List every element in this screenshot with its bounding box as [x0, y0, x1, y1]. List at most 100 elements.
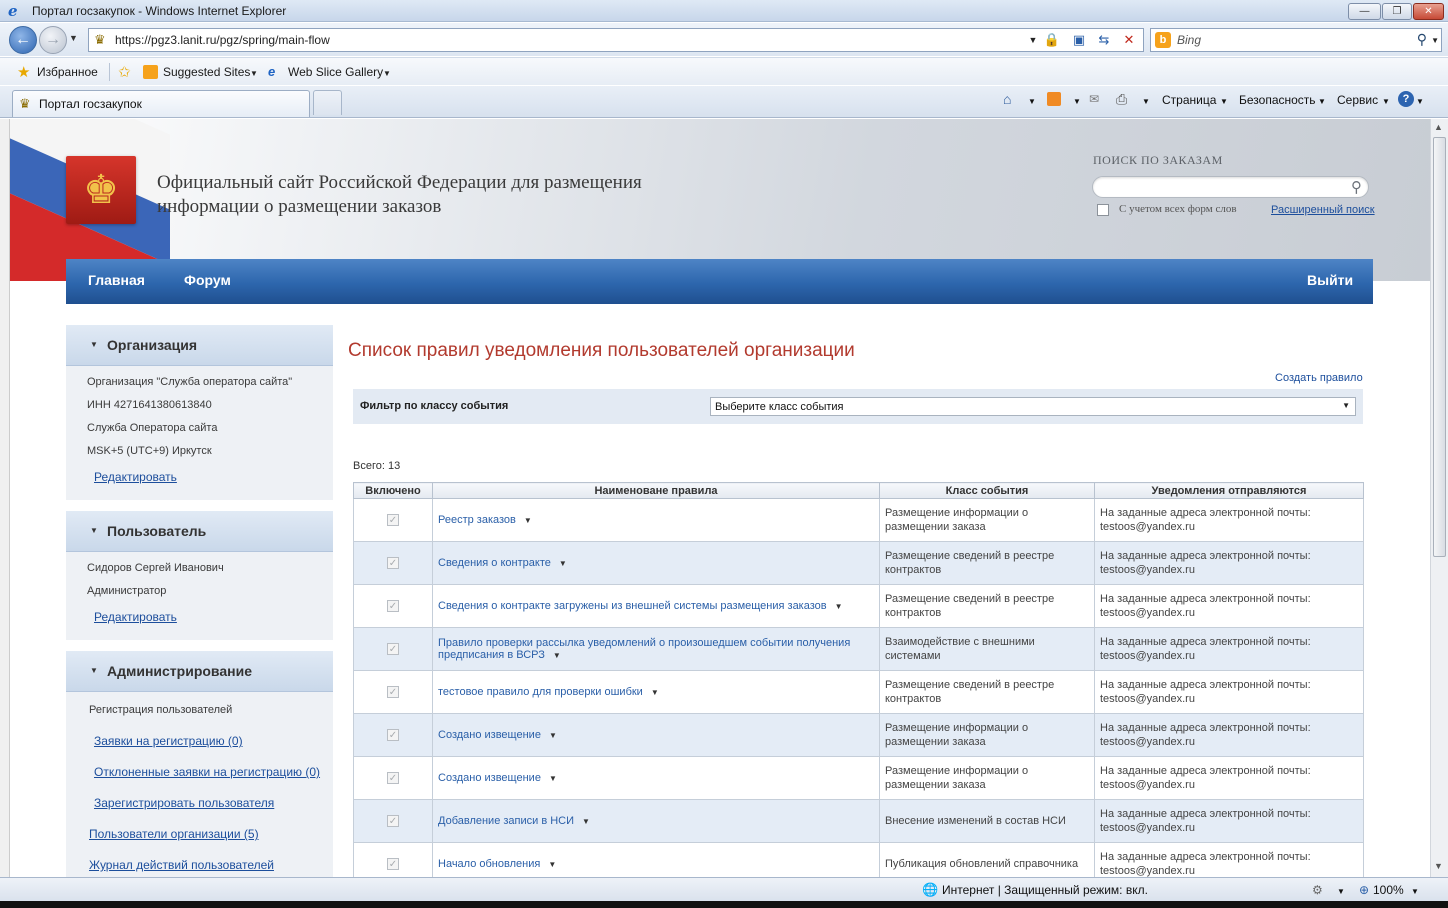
sidebar-administration-header[interactable]: ▼ Администрирование [66, 651, 333, 692]
tools-menu-dropdown-icon[interactable]: ▼ [1382, 97, 1390, 106]
column-header-event-class[interactable]: Класс события [879, 482, 1095, 499]
home-icon[interactable]: ⌂ [1003, 91, 1011, 107]
suggested-sites-link[interactable]: Suggested Sites [163, 65, 250, 79]
enabled-checkbox[interactable]: ✓ [387, 815, 399, 827]
mail-icon[interactable]: ✉ [1089, 92, 1099, 106]
org-users-link[interactable]: Пользователи организации (5) [89, 827, 259, 841]
rule-actions-dropdown-icon[interactable]: ▼ [553, 651, 561, 660]
enabled-checkbox[interactable]: ✓ [387, 600, 399, 612]
rss-feed-icon[interactable] [1047, 92, 1061, 106]
rule-name-link[interactable]: Создано извещение [438, 772, 541, 784]
security-menu-dropdown-icon[interactable]: ▼ [1318, 97, 1326, 106]
security-zone-status[interactable]: Интернет | Защищенный режим: вкл. [942, 883, 1148, 897]
event-class-selected[interactable]: Выберите класс события [715, 401, 844, 413]
rule-name-link[interactable]: Сведения о контракте [438, 557, 551, 569]
zoom-level[interactable]: 100% [1373, 883, 1404, 897]
page-menu-dropdown-icon[interactable]: ▼ [1220, 97, 1228, 106]
rule-name-link[interactable]: Реестр заказов [438, 514, 516, 526]
scroll-up-icon[interactable]: ▲ [1434, 122, 1443, 132]
coat-of-arms-icon[interactable]: ♚ [66, 156, 136, 224]
web-slice-dropdown-icon[interactable]: ▼ [383, 69, 391, 78]
print-dropdown-icon[interactable]: ▼ [1142, 97, 1150, 106]
tools-menu[interactable]: Сервис [1337, 93, 1378, 107]
registration-requests-link[interactable]: Заявки на регистрацию (0) [94, 734, 243, 748]
rule-actions-dropdown-icon[interactable]: ▼ [548, 860, 556, 869]
protected-mode-dropdown-icon[interactable]: ▼ [1337, 887, 1345, 896]
search-placeholder[interactable]: Bing [1177, 33, 1201, 47]
rule-name-link[interactable]: Сведения о контракте загружены из внешне… [438, 600, 827, 612]
advanced-search-link[interactable]: Расширенный поиск [1271, 204, 1375, 216]
enabled-checkbox[interactable]: ✓ [387, 643, 399, 655]
rule-name-link[interactable]: Правило проверки рассылка уведомлений о … [438, 637, 850, 661]
collapse-arrow-icon[interactable]: ▼ [90, 526, 98, 535]
enabled-checkbox[interactable]: ✓ [387, 557, 399, 569]
feed-dropdown-icon[interactable]: ▼ [1073, 97, 1081, 106]
enabled-checkbox[interactable]: ✓ [387, 772, 399, 784]
tab-portal[interactable]: ♛ Портал госзакупок [12, 90, 310, 117]
search-icon[interactable]: ⚲ [1417, 31, 1427, 48]
history-dropdown-icon[interactable]: ▼ [69, 33, 78, 43]
suggested-sites-dropdown-icon[interactable]: ▼ [250, 69, 258, 78]
user-actions-journal-link[interactable]: Журнал действий пользователей [89, 858, 274, 872]
minimize-button[interactable]: — [1348, 3, 1381, 20]
enabled-checkbox[interactable]: ✓ [387, 686, 399, 698]
nav-home[interactable]: Главная [88, 272, 145, 288]
rule-actions-dropdown-icon[interactable]: ▼ [651, 688, 659, 697]
help-dropdown-icon[interactable]: ▼ [1416, 97, 1424, 106]
refresh-icon[interactable]: ⇆ [1094, 31, 1114, 49]
web-slice-gallery-link[interactable]: Web Slice Gallery [288, 65, 383, 79]
create-rule-link[interactable]: Создать правило [1275, 372, 1363, 384]
column-header-rule-name[interactable]: Наименоване правила [432, 482, 880, 499]
address-dropdown-icon[interactable]: ▼ [1023, 31, 1043, 49]
scrollbar-thumb[interactable] [1433, 137, 1446, 557]
home-dropdown-icon[interactable]: ▼ [1028, 97, 1036, 106]
address-url[interactable]: https://pgz3.lanit.ru/pgz/spring/main-fl… [115, 33, 330, 47]
forward-button[interactable]: → [39, 26, 67, 54]
enabled-checkbox[interactable]: ✓ [387, 514, 399, 526]
rule-actions-dropdown-icon[interactable]: ▼ [549, 774, 557, 783]
sidebar-organization-header[interactable]: ▼ Организация [66, 325, 333, 366]
rule-name-link[interactable]: Добавление записи в НСИ [438, 815, 574, 827]
close-window-button[interactable]: ✕ [1413, 3, 1444, 20]
column-header-enabled[interactable]: Включено [353, 482, 433, 499]
rule-actions-dropdown-icon[interactable]: ▼ [524, 516, 532, 525]
org-edit-link[interactable]: Редактировать [94, 470, 177, 484]
page-menu[interactable]: Страница [1162, 93, 1216, 107]
vertical-scrollbar[interactable]: ▲ ▼ [1430, 119, 1448, 877]
event-class-select[interactable]: Выберите класс события ▼ [710, 397, 1356, 416]
search-box[interactable]: b Bing ⚲ ▼ [1150, 28, 1442, 52]
new-tab-button[interactable] [313, 90, 342, 115]
enabled-checkbox[interactable]: ✓ [387, 858, 399, 870]
order-search-input[interactable]: ⚲ [1092, 176, 1369, 198]
zoom-dropdown-icon[interactable]: ▼ [1411, 887, 1419, 896]
column-header-notifications[interactable]: Уведомления отправляются [1094, 482, 1364, 499]
security-menu[interactable]: Безопасность [1239, 93, 1316, 107]
search-icon[interactable]: ⚲ [1351, 178, 1362, 196]
select-dropdown-icon[interactable]: ▼ [1342, 401, 1350, 410]
nav-logout[interactable]: Выйти [1307, 272, 1353, 288]
stop-icon[interactable]: ✕ [1119, 31, 1139, 49]
add-favorite-icon[interactable]: ✩ [118, 63, 131, 81]
lock-icon[interactable]: 🔒 [1042, 31, 1062, 49]
rejected-requests-link[interactable]: Отклоненные заявки на регистрацию (0) [94, 765, 320, 779]
rule-actions-dropdown-icon[interactable]: ▼ [582, 817, 590, 826]
rule-actions-dropdown-icon[interactable]: ▼ [549, 731, 557, 740]
protected-mode-icon[interactable]: ⚙ [1312, 883, 1323, 897]
print-icon[interactable]: ⎙ [1116, 91, 1127, 108]
help-icon[interactable]: ? [1398, 91, 1414, 107]
favorites-button[interactable]: Избранное [37, 65, 98, 79]
sidebar-user-header[interactable]: ▼ Пользователь [66, 511, 333, 552]
rule-actions-dropdown-icon[interactable]: ▼ [559, 559, 567, 568]
search-options-dropdown-icon[interactable]: ▼ [1431, 36, 1439, 45]
scroll-down-icon[interactable]: ▼ [1434, 861, 1443, 871]
collapse-arrow-icon[interactable]: ▼ [90, 340, 98, 349]
address-bar[interactable]: ♛ https://pgz3.lanit.ru/pgz/spring/main-… [88, 28, 1144, 52]
register-user-link[interactable]: Зарегистрировать пользователя [94, 796, 274, 810]
rule-name-link[interactable]: Создано извещение [438, 729, 541, 741]
compatibility-view-icon[interactable]: ▣ [1069, 31, 1089, 49]
nav-forum[interactable]: Форум [184, 272, 231, 288]
collapse-arrow-icon[interactable]: ▼ [90, 666, 98, 675]
back-button[interactable]: ← [9, 26, 37, 54]
rule-name-link[interactable]: тестовое правило для проверки ошибки [438, 686, 643, 698]
enabled-checkbox[interactable]: ✓ [387, 729, 399, 741]
